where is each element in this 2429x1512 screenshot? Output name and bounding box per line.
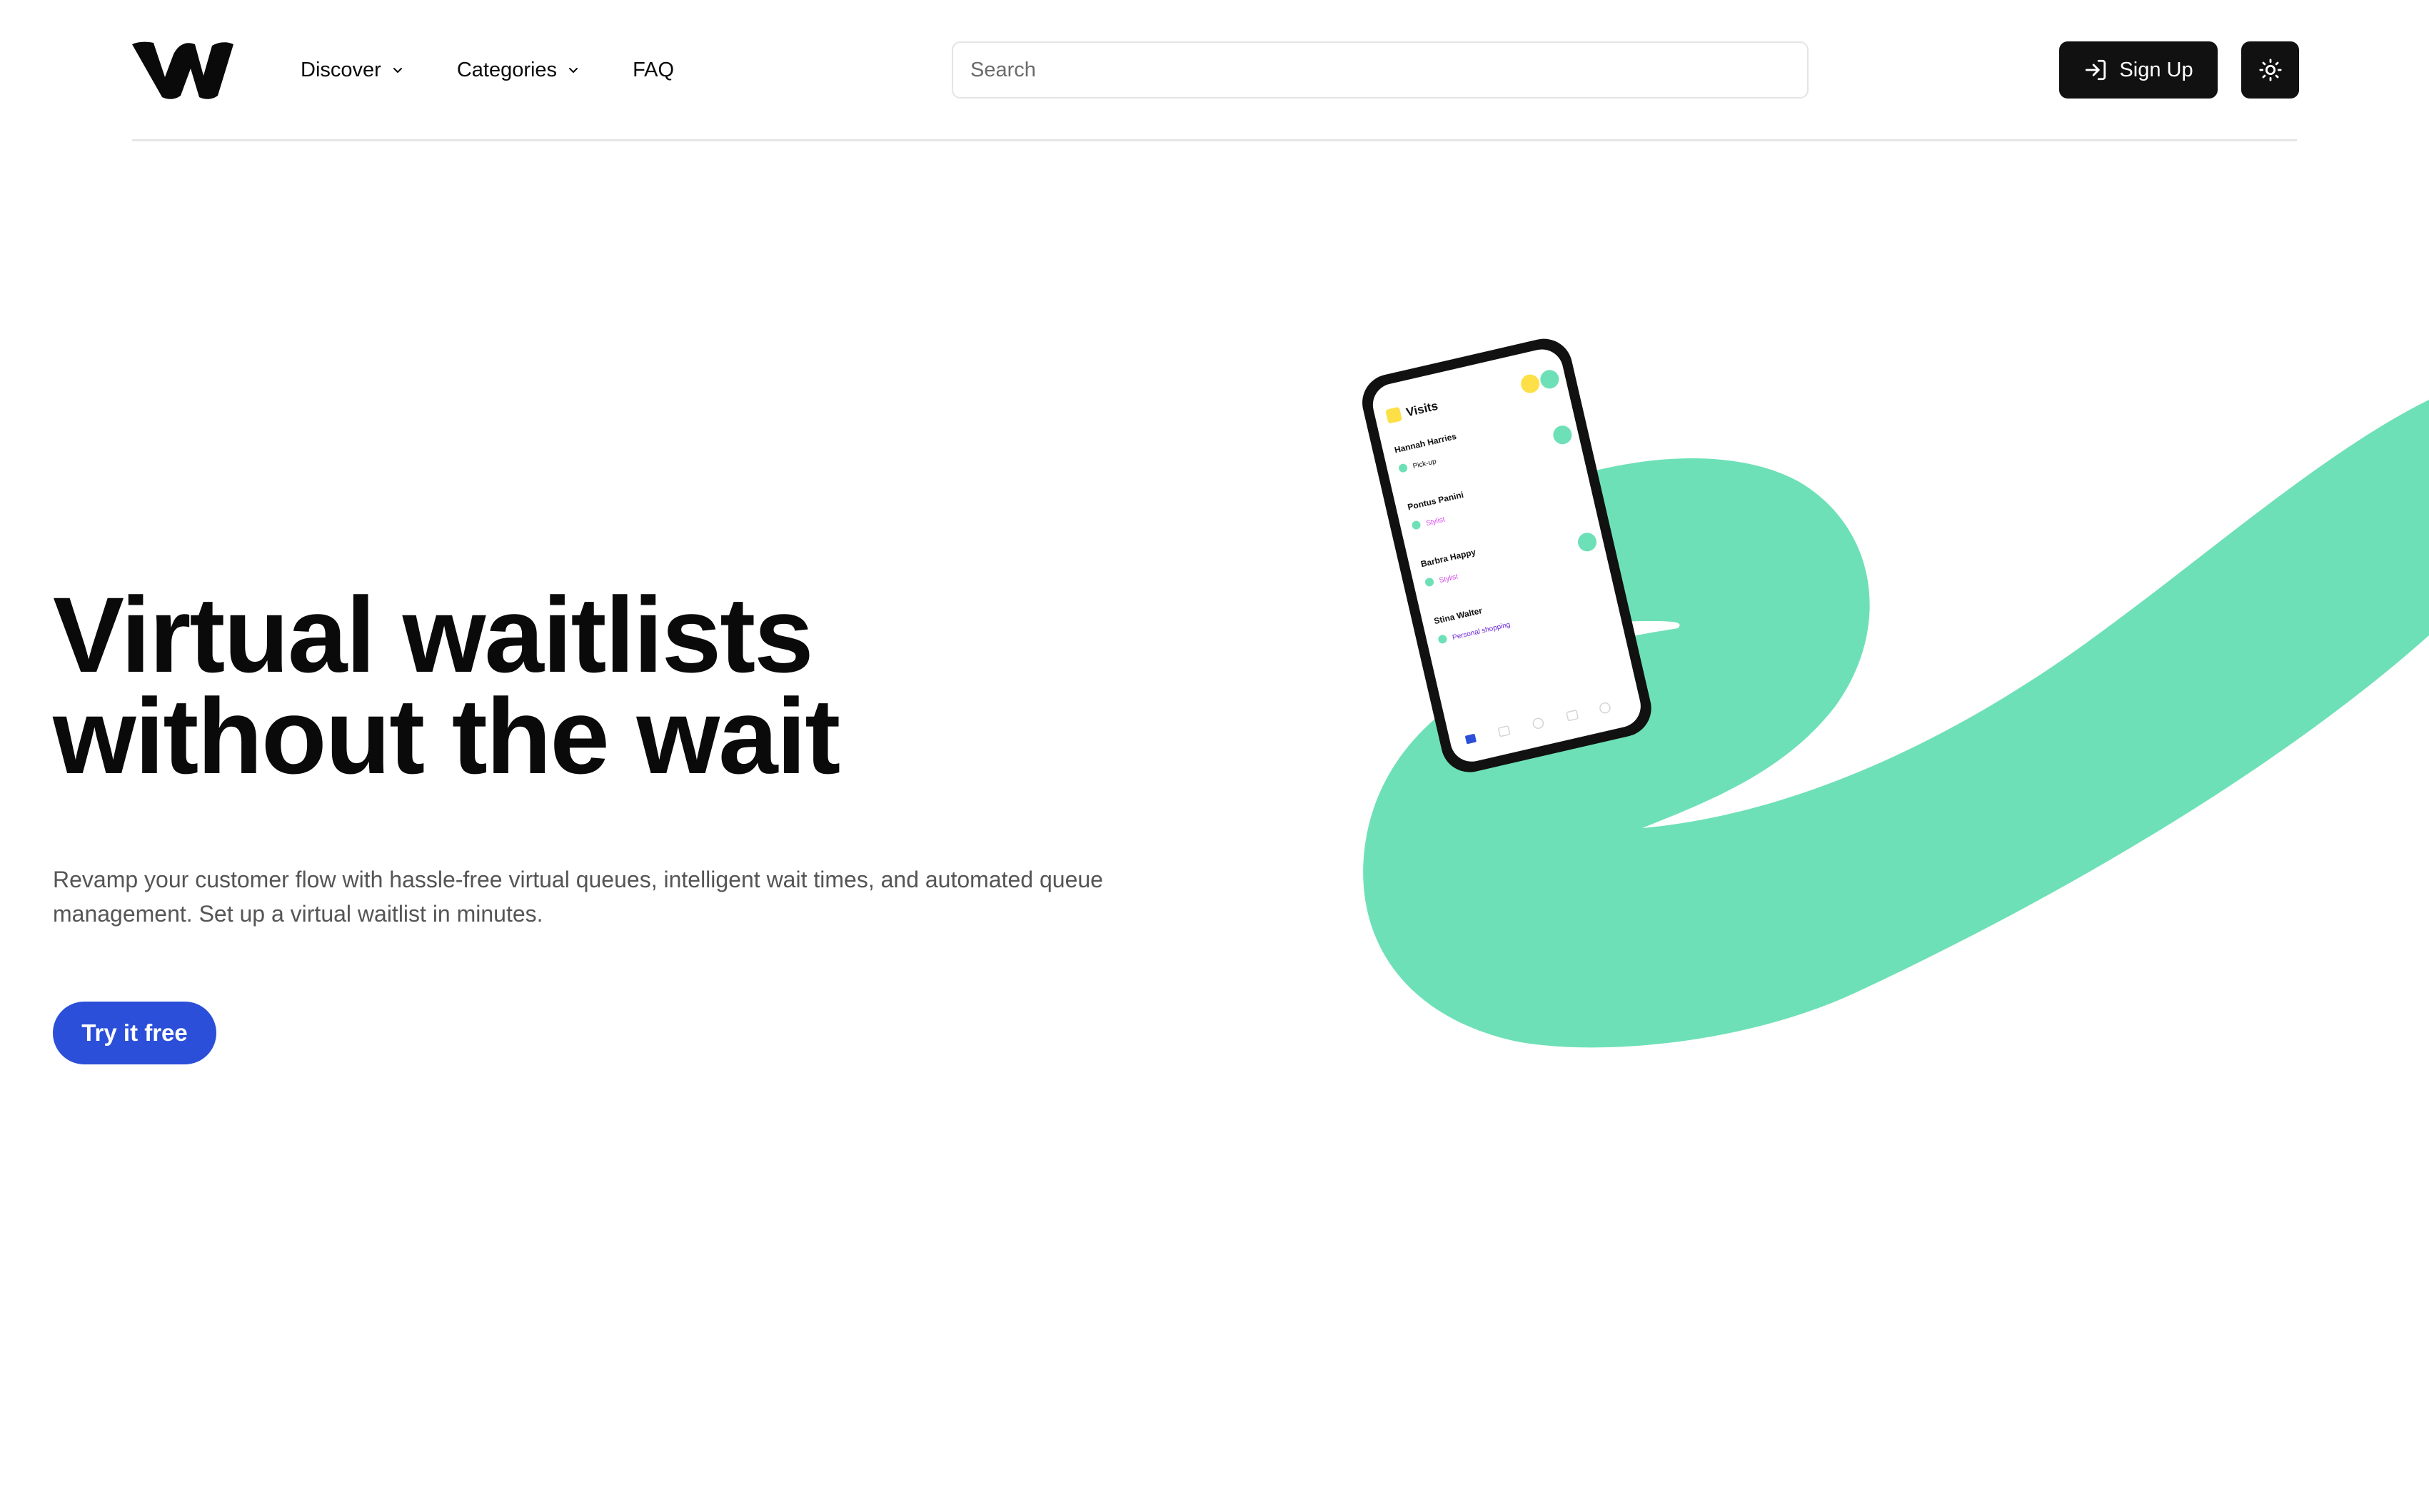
- sun-icon: [2258, 59, 2282, 81]
- nav-categories-label: Categories: [456, 58, 558, 81]
- nav-discover[interactable]: Discover: [301, 59, 404, 82]
- theme-toggle-button[interactable]: [2241, 41, 2299, 99]
- search-input[interactable]: [952, 41, 1809, 99]
- hero-illustration: Visits Hannah Harries Pick-up Pontus Pan…: [1362, 338, 2429, 1048]
- hero-title: Virtual waitlists without the wait: [53, 575, 1052, 796]
- sign-in-icon: [2086, 59, 2106, 81]
- nav-faq-label: FAQ: [633, 58, 675, 81]
- sign-up-button[interactable]: Sign Up: [2059, 41, 2218, 99]
- try-it-free-button[interactable]: Try it free: [53, 1002, 216, 1064]
- nav-discover-label: Discover: [301, 58, 381, 81]
- main-nav: Discover Categories FAQ: [301, 0, 674, 140]
- nav-faq[interactable]: FAQ: [633, 59, 674, 82]
- w-logo[interactable]: [132, 40, 233, 100]
- hero-title-line-2: without the wait: [53, 676, 840, 796]
- chevron-down-icon: [393, 68, 402, 73]
- sign-up-label: Sign Up: [2119, 58, 2193, 81]
- nav-categories[interactable]: Categories: [457, 59, 580, 82]
- chevron-down-icon: [569, 68, 578, 73]
- phone-mockup: Visits Hannah Harries Pick-up Pontus Pan…: [1362, 338, 1651, 772]
- hero-title-line-1: Virtual waitlists: [53, 575, 814, 695]
- site-header: Discover Categories FAQ Sign Up: [132, 0, 2299, 141]
- hero-subtitle: Revamp your customer flow with hassle-fr…: [53, 867, 1103, 927]
